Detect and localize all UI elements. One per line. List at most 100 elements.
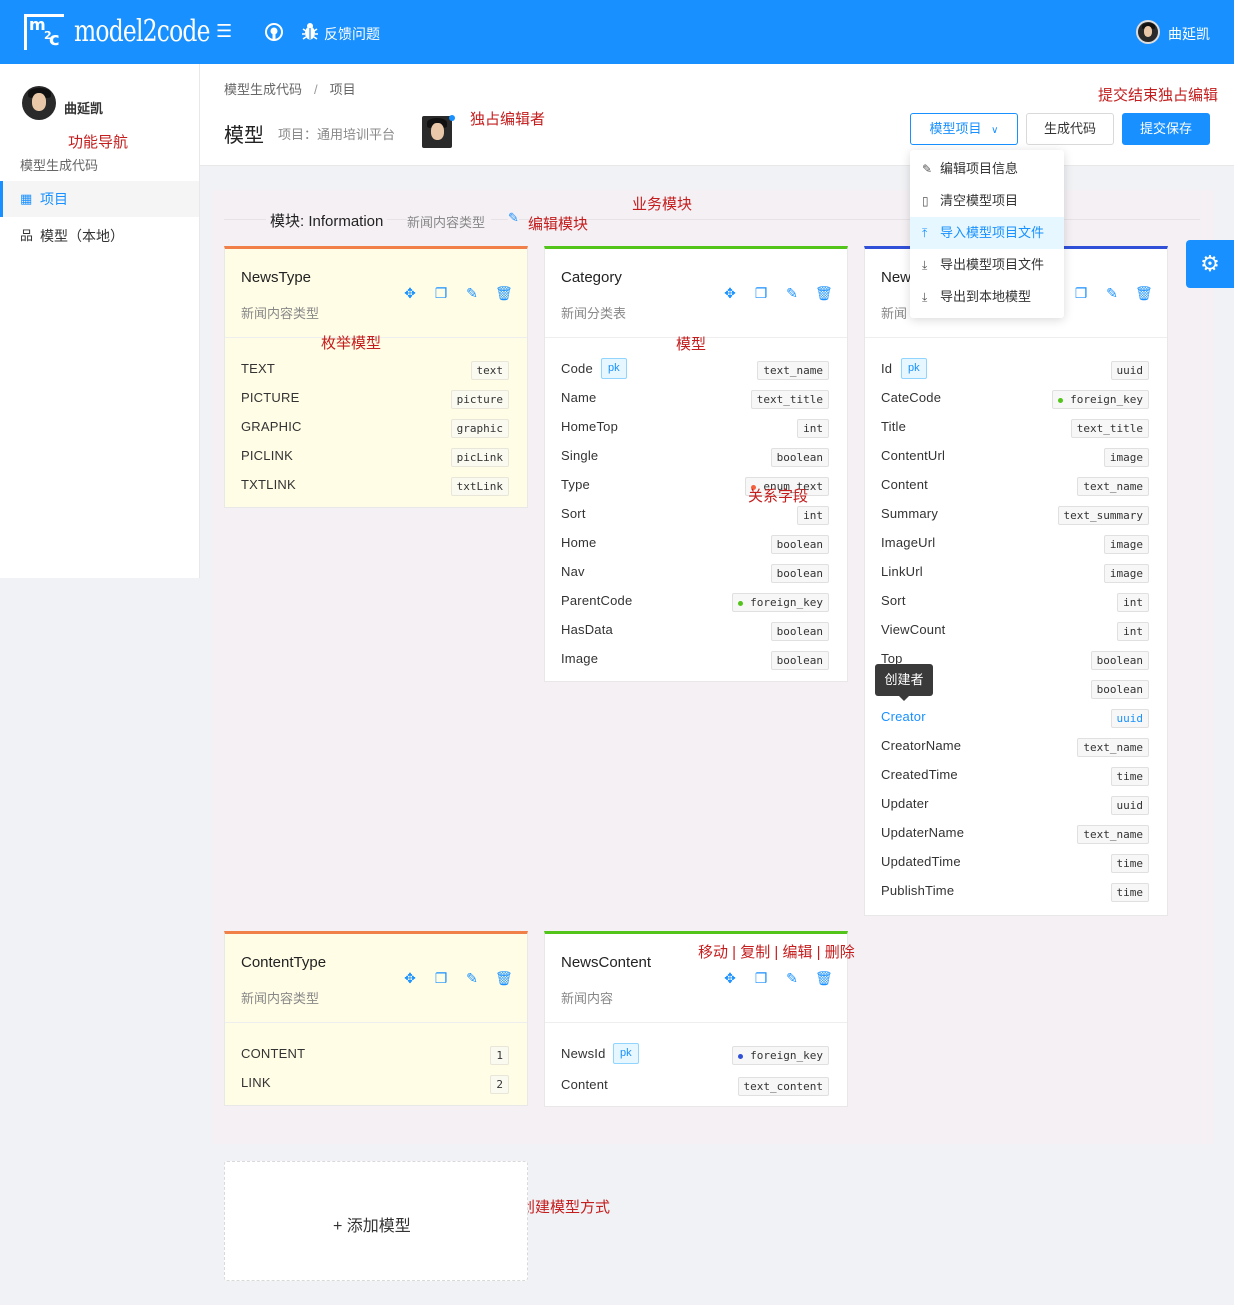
edit-icon[interactable]: ✎ [464, 285, 480, 302]
edit-icon[interactable]: ✎ [1104, 285, 1120, 302]
feedback-link[interactable]: 反馈问题 [324, 24, 380, 44]
cluster-icon: 品 [20, 228, 34, 243]
field-row[interactable]: Content text_name [881, 470, 1149, 499]
edit-icon[interactable]: ✎ [464, 970, 480, 987]
bug-icon[interactable] [301, 22, 319, 47]
field-row[interactable]: Nav boolean [561, 557, 829, 586]
model-project-dropdown-button[interactable]: 模型项目 ∨ [910, 113, 1018, 145]
breadcrumb-item-root[interactable]: 模型生成代码 [224, 82, 302, 97]
model-card-category[interactable]: Category 新闻分类表 ✥ ❐ ✎ 🗑 Code pk text_name Name… [544, 246, 848, 682]
delete-icon[interactable]: 🗑 [1135, 285, 1153, 302]
field-row[interactable]: UpdatedTime time [881, 847, 1149, 876]
field-row[interactable]: Updater uuid [881, 789, 1149, 818]
card-divider [865, 337, 1167, 338]
field-row[interactable]: Name text_title [561, 383, 829, 412]
menu-item-clear-project[interactable]: ▯ 清空模型项目 [910, 185, 1064, 217]
field-type-tag: foreign_key [1052, 390, 1149, 409]
field-row[interactable]: Home boolean [561, 528, 829, 557]
model-card-newstype[interactable]: NewsType 新闻内容类型 ✥ ❐ ✎ 🗑 TEXT text PICTURE pic… [224, 246, 528, 508]
field-row[interactable]: GRAPHIC graphic [241, 412, 509, 441]
field-row[interactable]: ImageUrl image [881, 528, 1149, 557]
sidebar-item-project[interactable]: ▦ 项目 [0, 181, 199, 217]
menu-item-export-project[interactable]: ⤓ 导出模型项目文件 [910, 249, 1064, 281]
field-row[interactable]: PublishTime time [881, 876, 1149, 905]
copy-icon[interactable]: ❐ [433, 285, 449, 302]
edit-icon[interactable]: ✎ [784, 285, 800, 302]
annotation-submit: 提交结束独占编辑 [1098, 87, 1219, 104]
field-row[interactable]: Summary text_summary [881, 499, 1149, 528]
edit-icon[interactable]: ✎ [784, 970, 800, 987]
m2c-logo-icon[interactable]: m2c [24, 14, 64, 50]
annotation-model: 模型 [676, 336, 707, 353]
header-avatar[interactable] [1136, 20, 1160, 44]
copy-icon[interactable]: ❐ [433, 970, 449, 987]
field-row[interactable]: UpdaterName text_name [881, 818, 1149, 847]
copy-icon[interactable]: ❐ [753, 285, 769, 302]
field-row[interactable]: ParentCode foreign_key [561, 586, 829, 615]
model-card-news[interactable]: New 新闻 ✥❐✎🗑 Idpkuuid CateCodeforeign_key… [864, 246, 1168, 916]
breadcrumb-item-current: 项目 [329, 82, 356, 97]
field-row[interactable]: HomeTop int [561, 412, 829, 441]
field-row[interactable]: Image boolean [561, 644, 829, 673]
annotation-business: 业务模块 [632, 196, 693, 213]
field-row[interactable]: Content text_content [561, 1070, 829, 1099]
copy-icon[interactable]: ❐ [753, 970, 769, 987]
model-card-contenttype[interactable]: ContentType 新闻内容类型 ✥ ❐ ✎ 🗑 CONTENT 1 LINK 2 [224, 931, 528, 1106]
field-row[interactable]: TEXT text [241, 354, 509, 383]
delete-icon[interactable]: 🗑 [495, 970, 513, 987]
field-name: Id [881, 361, 893, 376]
delete-icon[interactable]: 🗑 [495, 285, 513, 302]
menu-item-export-local[interactable]: ⤓ 导出到本地模型 [910, 281, 1064, 313]
field-row[interactable]: LINK 2 [241, 1068, 509, 1097]
field-row[interactable]: ContentUrl image [881, 441, 1149, 470]
creator-tooltip: 创建者 [875, 664, 933, 701]
edit-module-icon[interactable]: ✎ [508, 210, 519, 226]
menu-item-import-project[interactable]: ⤒ 导入模型项目文件 [910, 217, 1064, 249]
field-row[interactable]: HasData boolean [561, 615, 829, 644]
sidebar-username: 曲延凯 [64, 101, 104, 116]
settings-gear-icon[interactable]: ⚙ [1186, 240, 1234, 288]
delete-icon[interactable]: 🗑 [815, 970, 833, 987]
sidebar-item-local-model[interactable]: 品 模型（本地） [0, 218, 199, 254]
field-name: Image [561, 651, 599, 666]
submit-save-button[interactable]: 提交保存 [1122, 113, 1210, 145]
delete-icon[interactable]: 🗑 [815, 285, 833, 302]
annotation-relation: 关系字段 [748, 488, 809, 505]
generate-code-button[interactable]: 生成代码 [1026, 113, 1114, 145]
menu-item-edit-project[interactable]: ✎ 编辑项目信息 [910, 153, 1064, 185]
field-row[interactable]: NewsId pk foreign_key [561, 1039, 829, 1068]
field-row[interactable]: Single boolean [561, 441, 829, 470]
field-name: HomeTop [561, 419, 619, 434]
move-icon[interactable]: ✥ [402, 970, 418, 987]
field-row[interactable]: CreatedTime time [881, 760, 1149, 789]
field-name: LINK [241, 1075, 271, 1090]
move-icon[interactable]: ✥ [722, 285, 738, 302]
move-icon[interactable]: ✥ [402, 285, 418, 302]
field-row[interactable]: CreatorName text_name [881, 731, 1149, 760]
field-row[interactable]: PICTURE picture [241, 383, 509, 412]
copy-icon[interactable]: ❐ [1073, 285, 1089, 302]
github-icon[interactable] [264, 22, 284, 47]
header-username[interactable]: 曲延凯 [1168, 24, 1210, 44]
field-row[interactable]: ViewCount int [881, 615, 1149, 644]
field-row[interactable]: Sort int [881, 586, 1149, 615]
field-row[interactable]: CateCode foreign_key [881, 383, 1149, 412]
field-row[interactable]: Code pk text_name [561, 354, 829, 383]
field-type-tag: foreign_key [732, 1046, 829, 1065]
field-row[interactable]: PICLINK picLink [241, 441, 509, 470]
field-row[interactable]: TXTLINK txtLink [241, 470, 509, 499]
field-name: Name [561, 390, 597, 405]
card-toolbar: ✥ ❐ ✎ 🗑 [722, 285, 833, 302]
field-row[interactable]: LinkUrl image [881, 557, 1149, 586]
field-row[interactable]: CONTENT 1 [241, 1039, 509, 1068]
field-row[interactable]: Title text_title [881, 412, 1149, 441]
move-icon[interactable]: ✥ [722, 970, 738, 987]
annotation-enum-model: 枚举模型 [321, 335, 382, 352]
menu-fold-icon[interactable]: ☰ [216, 21, 232, 42]
app-header: m2c model2code ☰ 反馈问题 曲延凯 [0, 0, 1234, 64]
add-model-button[interactable]: + 添加模型 [224, 1161, 528, 1281]
field-name: ContentUrl [881, 448, 946, 463]
field-row[interactable]: Creator uuid [881, 702, 1149, 731]
logo-text[interactable]: model2code [74, 14, 210, 49]
field-row[interactable]: Id pk uuid [881, 354, 1149, 383]
